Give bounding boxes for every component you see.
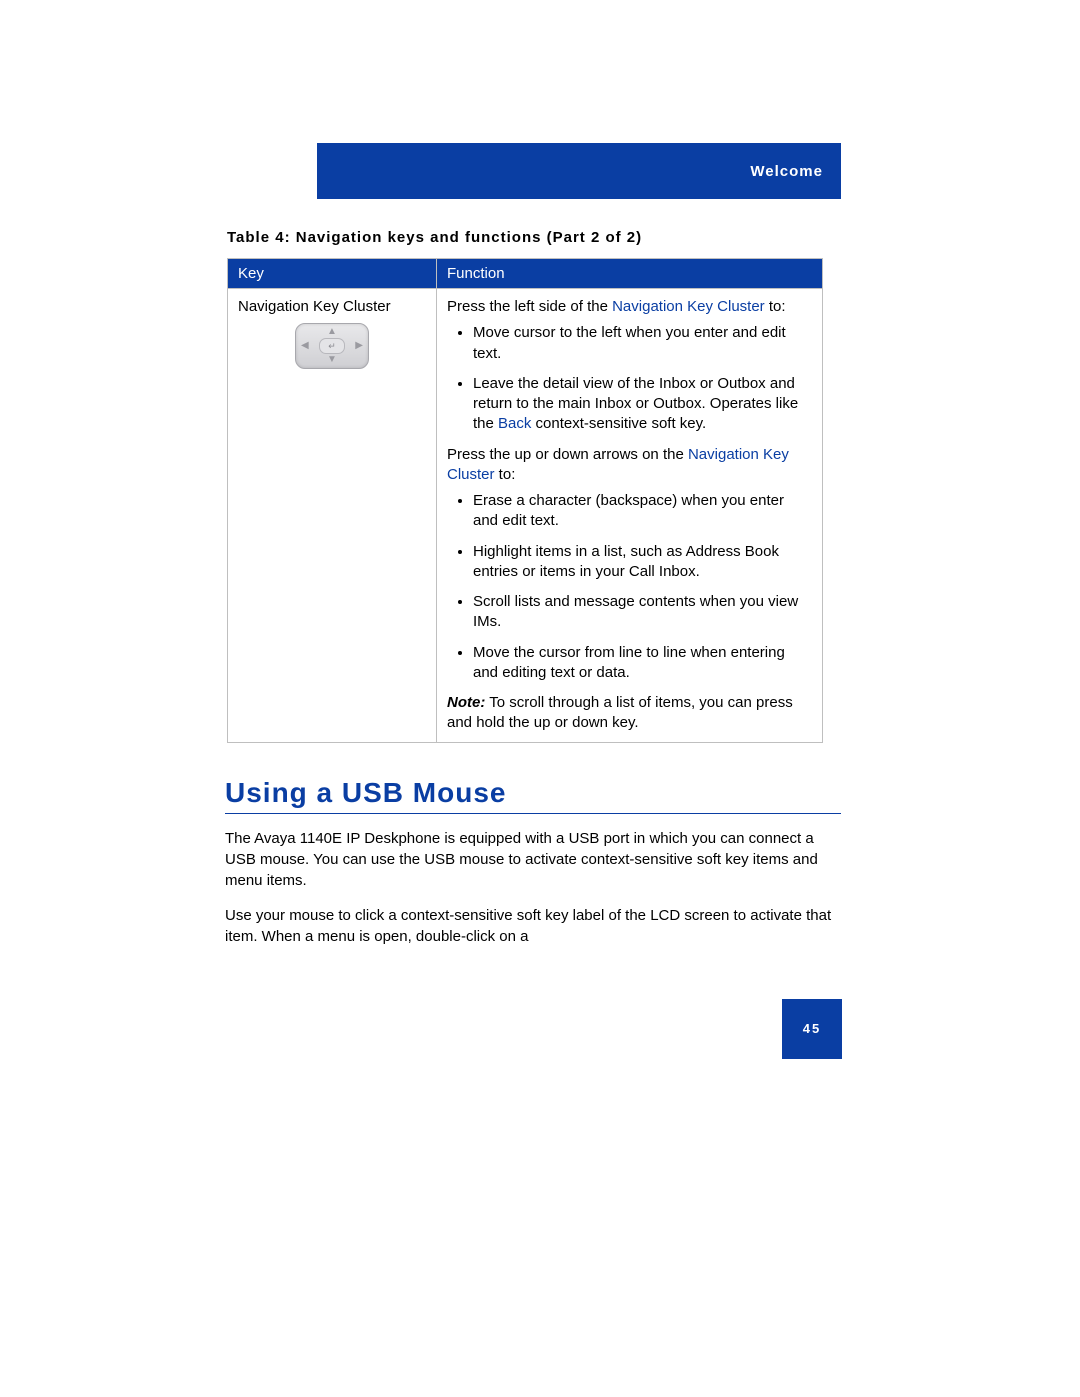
back-link: Back: [498, 415, 531, 432]
paragraph: Use your mouse to click a context-sensit…: [225, 905, 841, 947]
content-area: Table 4: Navigation keys and functions (…: [225, 229, 841, 947]
page-number-badge: 45: [782, 999, 842, 1059]
navigation-cluster-icon: ▲ ▼ ◀ ▶ ↵: [295, 323, 369, 369]
enter-key-icon: ↵: [319, 338, 345, 354]
nav-cluster-link: Navigation Key Cluster: [612, 298, 765, 315]
list-item: Erase a character (backspace) when you e…: [473, 491, 812, 532]
key-cell: Navigation Key Cluster ▲ ▼ ◀ ▶ ↵: [228, 289, 437, 743]
list-item: Highlight items in a list, such as Addre…: [473, 542, 812, 583]
table-caption: Table 4: Navigation keys and functions (…: [227, 229, 841, 246]
press-updown-line: Press the up or down arrows on the Navig…: [447, 445, 812, 486]
header-section-label: Welcome: [750, 163, 823, 180]
arrow-up-icon: ▲: [327, 327, 337, 337]
to-suffix: to:: [495, 466, 516, 483]
page: Welcome Table 4: Navigation keys and fun…: [0, 143, 1080, 1059]
header-bar: Welcome: [317, 143, 841, 199]
paragraph: The Avaya 1140E IP Deskphone is equipped…: [225, 828, 841, 891]
press-left-prefix: Press the left side of the: [447, 298, 612, 315]
back-tail: context-sensitive soft key.: [531, 415, 706, 432]
table-header-key: Key: [228, 259, 437, 289]
updown-function-list: Erase a character (backspace) when you e…: [447, 491, 812, 683]
arrow-left-icon: ◀: [301, 341, 309, 351]
key-name: Navigation Key Cluster: [238, 297, 426, 317]
list-item: Scroll lists and message contents when y…: [473, 592, 812, 633]
navigation-table: Key Function Navigation Key Cluster ▲ ▼ …: [227, 258, 823, 743]
table-header-row: Key Function: [228, 259, 823, 289]
list-item: Move the cursor from line to line when e…: [473, 643, 812, 684]
arrow-right-icon: ▶: [355, 341, 363, 351]
note-line: Note: To scroll through a list of items,…: [447, 693, 812, 734]
press-left-line: Press the left side of the Navigation Ke…: [447, 297, 812, 317]
table-header-function: Function: [437, 259, 823, 289]
section-title: Using a USB Mouse: [225, 777, 841, 814]
left-function-list: Move cursor to the left when you enter a…: [447, 323, 812, 434]
to-suffix: to:: [765, 298, 786, 315]
list-item: Leave the detail view of the Inbox or Ou…: [473, 374, 812, 435]
function-cell: Press the left side of the Navigation Ke…: [437, 289, 823, 743]
list-item: Move cursor to the left when you enter a…: [473, 323, 812, 364]
note-text: To scroll through a list of items, you c…: [447, 694, 793, 731]
table-row: Navigation Key Cluster ▲ ▼ ◀ ▶ ↵ Press t…: [228, 289, 823, 743]
press-updown-prefix: Press the up or down arrows on the: [447, 446, 688, 463]
note-label: Note:: [447, 694, 485, 711]
page-number: 45: [803, 1021, 821, 1036]
arrow-down-icon: ▼: [327, 355, 337, 365]
